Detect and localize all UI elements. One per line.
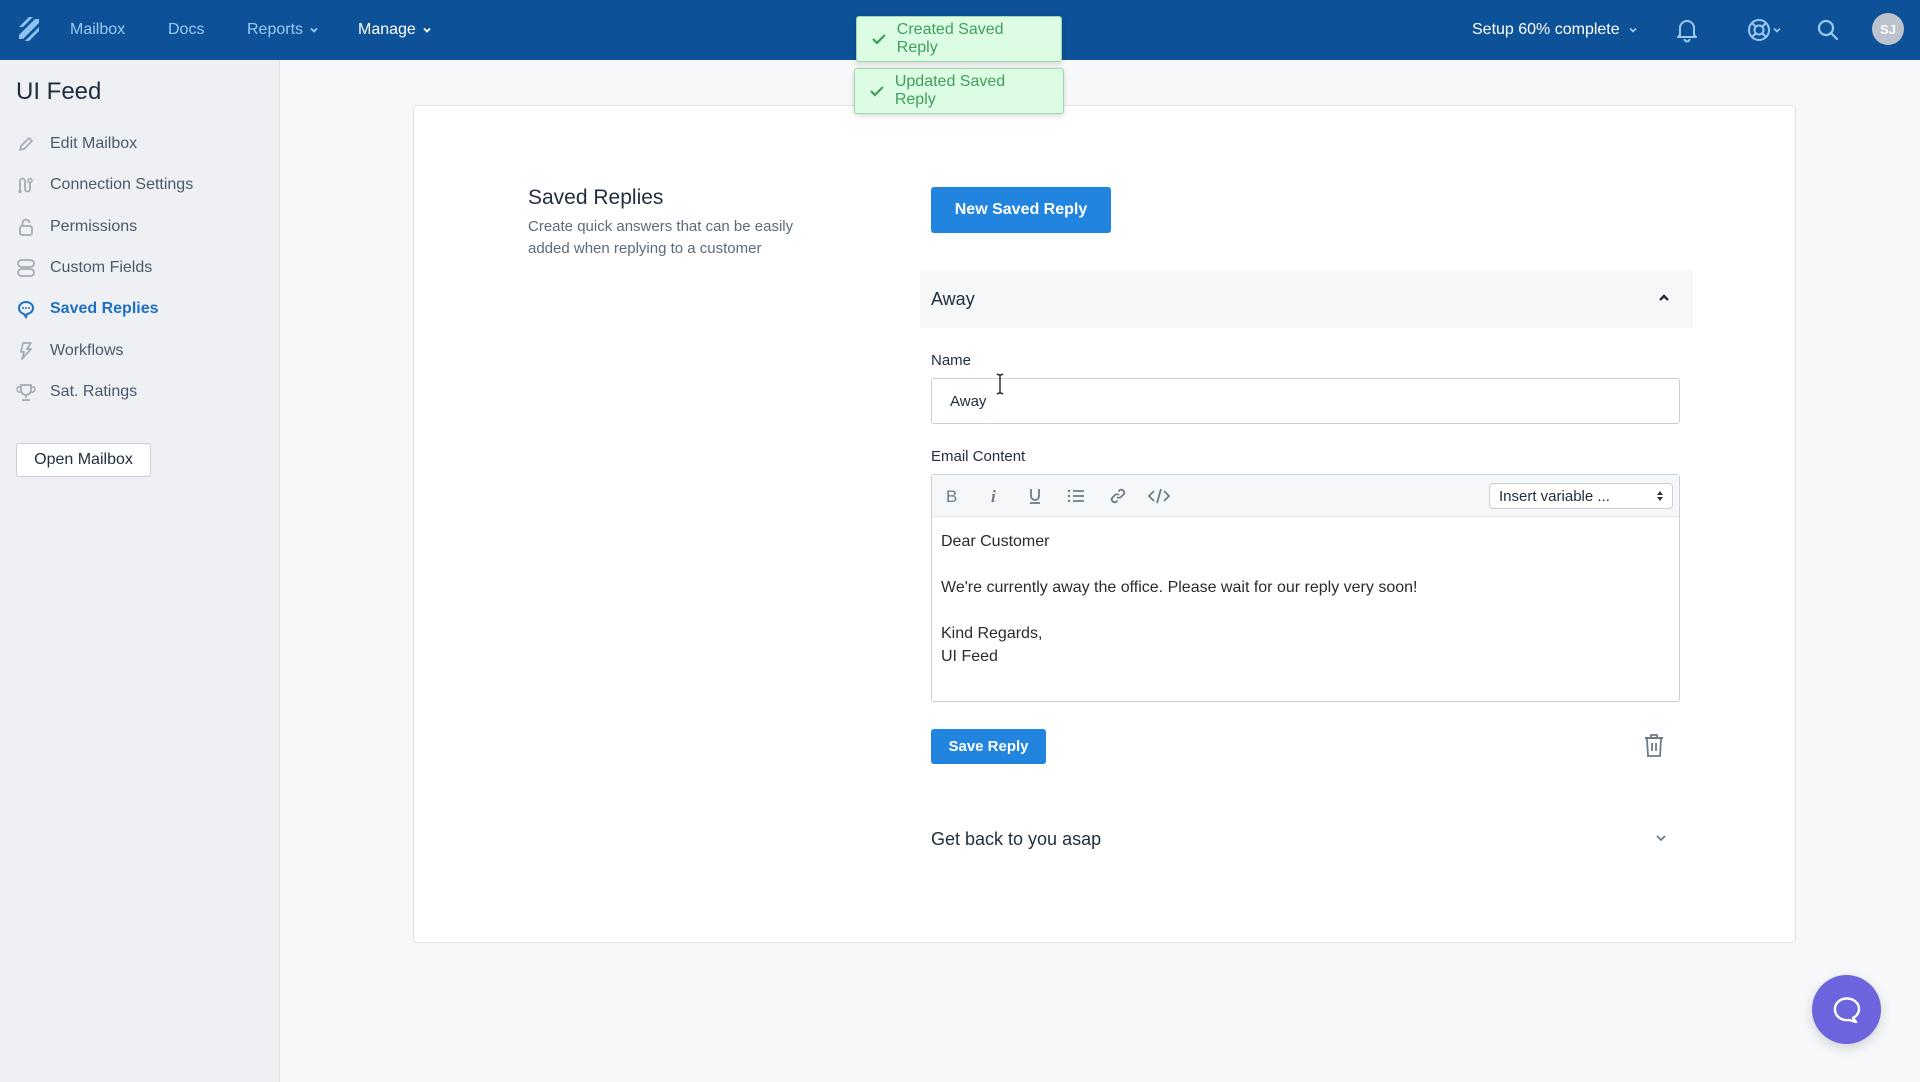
sidebar-item-custom-fields[interactable]: Custom Fields: [16, 254, 152, 282]
search-button[interactable]: [1814, 16, 1842, 44]
sidebar: UI Feed Edit Mailbox Connection Settings…: [0, 60, 280, 1082]
nav-docs-label: Docs: [168, 21, 205, 38]
link-icon: [1110, 488, 1126, 504]
nav-manage-label: Manage: [358, 21, 416, 38]
content-line: We're currently away the office. Please …: [941, 579, 1418, 596]
sidebar-item-label: Saved Replies: [50, 300, 159, 317]
toast-created-label: Created Saved Reply: [896, 21, 1004, 56]
chevron-down-icon: [1656, 835, 1666, 842]
svg-text:i: i: [991, 487, 996, 505]
setup-progress-label: Setup 60% complete: [1472, 21, 1620, 38]
italic-button[interactable]: i: [980, 482, 1008, 510]
content-line: [941, 553, 1670, 576]
search-icon: [1817, 19, 1839, 41]
nav-docs[interactable]: Docs: [168, 0, 204, 60]
code-icon: [1148, 488, 1170, 504]
chevron-down-icon: [1629, 27, 1637, 33]
content-line: UI Feed: [941, 648, 998, 665]
checkmark-icon: [872, 34, 886, 45]
chevron-down-icon: [1773, 27, 1781, 33]
sidebar-item-sat-ratings[interactable]: Sat. Ratings: [16, 378, 137, 406]
underline-icon: [1030, 489, 1040, 504]
saved-reply-header-get-back[interactable]: Get back to you asap: [931, 820, 1680, 858]
name-input[interactable]: [931, 378, 1680, 424]
page-title: Saved Replies: [528, 186, 664, 209]
editor-toolbar: B i Insert variable ...: [932, 475, 1679, 517]
bell-icon: [1677, 20, 1697, 43]
page-description: Create quick answers that can be easily …: [528, 218, 794, 257]
bold-icon: B: [946, 487, 957, 505]
text-cursor-icon: [996, 373, 1004, 395]
help-lifebuoy-icon: [1748, 19, 1770, 41]
nav-manage[interactable]: Manage: [358, 0, 432, 60]
chat-beacon-button[interactable]: [1812, 975, 1881, 1044]
checkmark-icon: [870, 86, 884, 97]
sidebar-item-permissions[interactable]: Permissions: [16, 213, 137, 241]
connection-icon: [16, 175, 36, 195]
sidebar-item-saved-replies[interactable]: Saved Replies: [16, 295, 159, 323]
sidebar-item-label: Custom Fields: [50, 259, 153, 276]
pencil-icon: [16, 134, 36, 154]
chevron-down-icon: [310, 27, 318, 33]
content-line: Dear Customer: [941, 533, 1050, 550]
new-saved-reply-button[interactable]: New Saved Reply: [931, 187, 1111, 233]
content-line: [941, 599, 1670, 622]
insert-variable-select[interactable]: Insert variable ...: [1489, 483, 1673, 509]
bulleted-list-icon: [1067, 489, 1084, 503]
trophy-icon: [16, 382, 36, 402]
sidebar-item-label: Sat. Ratings: [50, 383, 138, 400]
svg-text:B: B: [946, 487, 957, 505]
open-mailbox-button[interactable]: Open Mailbox: [16, 443, 151, 477]
mailbox-title: UI Feed: [16, 78, 102, 105]
sidebar-item-connection-settings[interactable]: Connection Settings: [16, 171, 193, 199]
sidebar-item-label: Permissions: [50, 218, 138, 235]
nav-mailbox[interactable]: Mailbox: [70, 0, 125, 60]
helpscout-logo-icon[interactable]: [16, 14, 42, 44]
toast-created: Created Saved Reply: [856, 16, 1062, 62]
insert-variable-label: Insert variable ...: [1499, 487, 1610, 505]
italic-icon: i: [991, 487, 996, 505]
setup-progress-dropdown[interactable]: Setup 60% complete: [1472, 0, 1638, 60]
save-reply-button[interactable]: Save Reply: [931, 729, 1046, 764]
user-avatar[interactable]: SJ: [1872, 13, 1904, 45]
sidebar-item-workflows[interactable]: Workflows: [16, 337, 124, 365]
nav-reports-label: Reports: [247, 21, 304, 38]
saved-reply-title: Get back to you asap: [931, 828, 1102, 849]
trash-icon[interactable]: [1642, 733, 1666, 759]
saved-reply-header-away[interactable]: Away: [920, 270, 1693, 328]
bold-button[interactable]: B: [938, 482, 966, 510]
content-line: Kind Regards,: [941, 625, 1043, 642]
select-arrows-icon: [1657, 491, 1663, 501]
sidebar-item-label: Edit Mailbox: [50, 135, 138, 152]
chat-bubble-icon: [16, 299, 36, 319]
sidebar-item-label: Connection Settings: [50, 176, 194, 193]
saved-reply-title: Away: [931, 288, 975, 309]
nav-mailbox-label: Mailbox: [70, 21, 126, 38]
bulleted-list-button[interactable]: [1062, 482, 1090, 510]
lock-icon: [16, 217, 36, 237]
sidebar-item-label: Workflows: [50, 342, 124, 359]
chat-bubble-icon: [1833, 996, 1860, 1023]
code-button[interactable]: [1145, 482, 1173, 510]
sidebar-item-edit-mailbox[interactable]: Edit Mailbox: [16, 130, 137, 158]
notifications-button[interactable]: [1673, 16, 1701, 44]
underline-button[interactable]: [1021, 482, 1049, 510]
email-content-body[interactable]: Dear Customer We're currently away the o…: [932, 517, 1679, 681]
toast-updated: Updated Saved Reply: [854, 68, 1064, 114]
lightning-icon: [16, 341, 36, 361]
name-label: Name: [931, 352, 972, 369]
chevron-up-icon: [1659, 294, 1669, 301]
help-menu-button[interactable]: [1744, 16, 1784, 44]
link-button[interactable]: [1104, 482, 1132, 510]
nav-reports[interactable]: Reports: [247, 0, 319, 60]
fields-icon: [16, 258, 36, 278]
email-content-label: Email Content: [931, 448, 1026, 465]
email-content-editor[interactable]: B i Insert variable ... Dear Customer We…: [931, 474, 1680, 702]
toast-updated-label: Updated Saved Reply: [894, 73, 1006, 108]
chevron-down-icon: [423, 27, 431, 33]
